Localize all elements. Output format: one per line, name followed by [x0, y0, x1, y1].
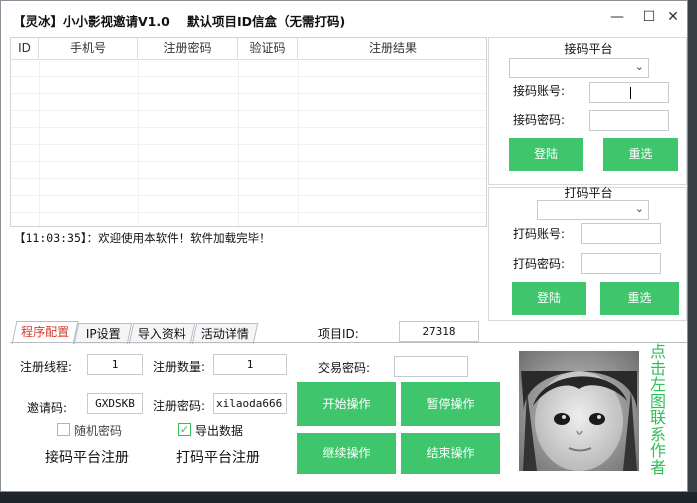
sms-login-button[interactable]: 登陆 [509, 138, 583, 171]
tab-activity-details[interactable]: 活动详情 [191, 323, 259, 344]
taskbar-edge [0, 492, 697, 503]
tab-label: 程序配置 [21, 325, 70, 339]
maximize-button[interactable]: ☐ [637, 7, 661, 27]
register-password-input[interactable]: xilaoda666 [213, 393, 287, 414]
sms-password-input[interactable] [589, 110, 669, 131]
export-data-label: 导出数据 [195, 424, 244, 438]
column-header-id[interactable]: ID [11, 38, 39, 59]
captcha-platform-select[interactable]: ⌄ [537, 200, 649, 220]
random-password-label: 随机密码 [74, 424, 123, 438]
trade-password-label: 交易密码: [318, 361, 371, 375]
author-photo[interactable] [519, 351, 639, 471]
threads-label: 注册线程: [20, 360, 73, 374]
captcha-platform-group: 打码平台 ⌄ 打码账号: 打码密码: 登陆 重选 [488, 186, 687, 321]
tab-program-config[interactable]: 程序配置 [11, 321, 79, 344]
export-data-checkbox[interactable]: ✓ [178, 423, 191, 436]
captcha-password-input[interactable] [581, 253, 661, 274]
window-title: 【灵冰】小小影视邀请V1.0 [13, 14, 170, 29]
child-portrait-image [519, 351, 639, 471]
column-header-phone[interactable]: 手机号 [39, 38, 138, 59]
register-password-label: 注册密码: [153, 399, 206, 413]
grid-row-line [11, 195, 486, 196]
count-label: 注册数量: [153, 360, 206, 374]
threads-input[interactable]: 1 [87, 354, 143, 375]
sms-account-input[interactable] [589, 82, 669, 103]
desktop-background-edge [688, 0, 697, 492]
tab-divider [10, 342, 687, 343]
invite-code-input[interactable]: GXDSKB [87, 393, 143, 414]
minimize-button[interactable]: — [605, 7, 629, 27]
captcha-reset-button[interactable]: 重选 [600, 282, 679, 315]
random-password-checkbox[interactable] [57, 423, 70, 436]
column-header-result[interactable]: 注册结果 [298, 38, 486, 59]
tab-label: IP设置 [85, 327, 121, 341]
tab-label: 活动详情 [200, 327, 249, 341]
main-window: 【灵冰】小小影视邀请V1.0 默认项目ID信盒（无需打码) — ☐ ✕ ID 手… [0, 0, 688, 492]
log-output[interactable]: 【11:03:35】：欢迎使用本软件！软件加载完毕！ [10, 226, 487, 318]
text-cursor [630, 87, 631, 99]
captcha-platform-title: 打码平台 [564, 186, 613, 200]
pause-button[interactable]: 暂停操作 [401, 382, 500, 426]
tab-label: 导入资料 [137, 327, 186, 341]
grid-row-line [11, 110, 486, 111]
grid-divider [138, 59, 139, 252]
sms-platform-select[interactable]: ⌄ [509, 58, 649, 78]
sms-register-link[interactable]: 接码平台注册 [45, 447, 129, 467]
invite-code-label: 邀请码: [27, 401, 68, 415]
project-id-label: 项目ID: [318, 327, 359, 341]
table-header: ID 手机号 注册密码 验证码 注册结果 [11, 38, 486, 60]
contact-author-text[interactable]: 点击左图联系作者 [647, 343, 669, 476]
captcha-password-label: 打码密码: [513, 257, 566, 271]
stop-button[interactable]: 结束操作 [401, 433, 500, 474]
sms-platform-group: 接码平台 ⌄ 接码账号: 接码密码: 登陆 重选 [488, 37, 687, 185]
chevron-down-icon: ⌄ [634, 202, 644, 215]
column-header-code[interactable]: 验证码 [238, 38, 298, 59]
sms-password-label: 接码密码: [513, 113, 566, 127]
captcha-register-link[interactable]: 打码平台注册 [176, 447, 260, 467]
grid-divider [39, 59, 40, 252]
grid-row-line [11, 144, 486, 145]
tab-import-data[interactable]: 导入资料 [128, 323, 196, 344]
grid-divider [238, 59, 239, 252]
title-bar: 【灵冰】小小影视邀请V1.0 默认项目ID信盒（无需打码) — ☐ ✕ [1, 1, 687, 37]
continue-button[interactable]: 继续操作 [297, 433, 396, 474]
trade-password-input[interactable] [394, 356, 468, 377]
column-header-password[interactable]: 注册密码 [138, 38, 238, 59]
grid-row-line [11, 178, 486, 179]
results-table[interactable]: ID 手机号 注册密码 验证码 注册结果 [10, 37, 487, 253]
grid-row-line [11, 76, 486, 77]
grid-row-line [11, 212, 486, 213]
window-subtitle: 默认项目ID信盒（无需打码) [187, 14, 346, 29]
captcha-login-button[interactable]: 登陆 [512, 282, 586, 315]
tab-ip-settings[interactable]: IP设置 [73, 323, 133, 344]
project-id-input[interactable]: 27318 [399, 321, 479, 342]
sms-reset-button[interactable]: 重选 [603, 138, 678, 171]
grid-row-line [11, 161, 486, 162]
sms-account-label: 接码账号: [513, 84, 566, 98]
start-button[interactable]: 开始操作 [297, 382, 396, 426]
captcha-account-input[interactable] [581, 223, 661, 244]
log-line: 【11:03:35】：欢迎使用本软件！软件加载完毕！ [14, 231, 271, 245]
grid-row-line [11, 127, 486, 128]
captcha-account-label: 打码账号: [513, 227, 566, 241]
count-input[interactable]: 1 [213, 354, 287, 375]
close-button[interactable]: ✕ [661, 7, 685, 27]
grid-row-line [11, 93, 486, 94]
chevron-down-icon: ⌄ [634, 60, 644, 73]
sms-platform-title: 接码平台 [564, 42, 613, 56]
grid-divider [298, 59, 299, 252]
